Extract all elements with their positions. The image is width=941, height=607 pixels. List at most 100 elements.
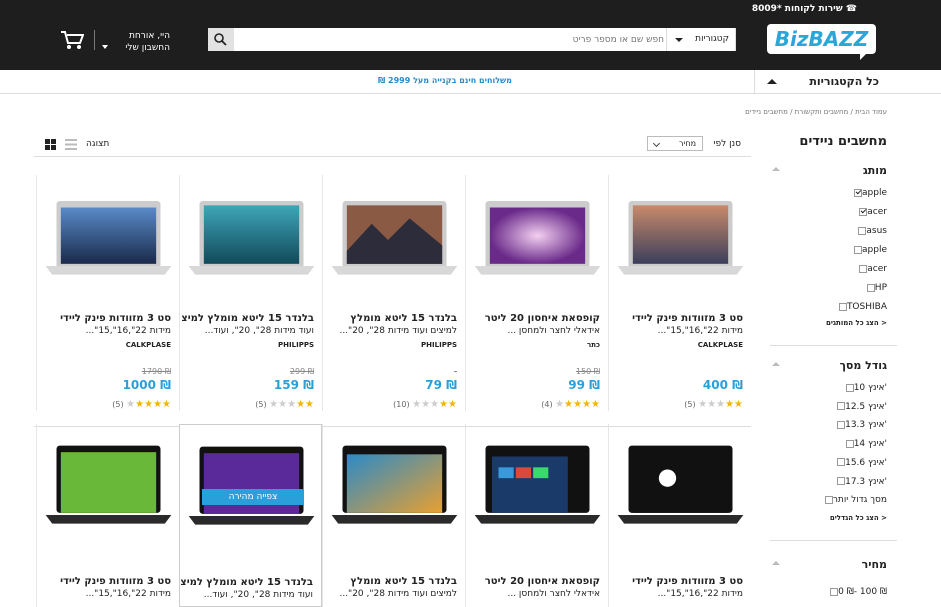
- checkbox[interactable]: [859, 207, 868, 216]
- price-filter-title[interactable]: מחיר: [862, 558, 887, 571]
- star-icon: ★: [707, 399, 717, 410]
- screen-size-filter-title[interactable]: גודל מסך: [840, 359, 887, 372]
- checkbox[interactable]: [866, 283, 875, 292]
- brand-filter-title[interactable]: מותג: [863, 164, 887, 177]
- product-card[interactable]: בלנדר 15 ליטא מומלץ למיצים ועוד מידות 28"…: [322, 424, 465, 607]
- filter-option[interactable]: HP: [861, 282, 887, 294]
- product-subtitle: ועוד מידות 28", 20", ועוד...: [203, 590, 313, 600]
- filter-option[interactable]: acer: [853, 263, 887, 275]
- chevron-up-icon[interactable]: [772, 362, 780, 366]
- star-icon: ★: [698, 399, 708, 410]
- header-bar: שירות לקוחות *8009 ☎ BizBAZZ קטגוריות הי…: [0, 0, 941, 70]
- breadcrumb[interactable]: עמוד הבית / מחשבים ותקשורת / מחשבים נייד…: [745, 108, 887, 116]
- product-image[interactable]: [37, 424, 180, 554]
- product-title[interactable]: בלנדר 15 ליטא מומלץ למיצים: [182, 312, 314, 325]
- filter-option[interactable]: apple: [848, 187, 887, 199]
- star-icon: ★: [153, 399, 163, 410]
- product-rating: ★★★★★ (10): [393, 399, 457, 410]
- cart-icon[interactable]: [60, 30, 84, 50]
- product-title[interactable]: בלנדר 15 ליטא מומלץ: [325, 312, 457, 325]
- sort-select[interactable]: מחיר: [647, 136, 703, 151]
- grid-view-icon[interactable]: [45, 139, 56, 150]
- checkbox[interactable]: [858, 226, 867, 235]
- product-image[interactable]: [37, 175, 180, 305]
- chevron-up-icon[interactable]: [772, 167, 780, 171]
- star-icon: ★: [564, 399, 574, 410]
- search-input[interactable]: [236, 28, 670, 51]
- checkbox[interactable]: [845, 383, 854, 392]
- product-card[interactable]: סט 3 מזוודות פינק ליידי מידות 22",16",15"…: [608, 175, 751, 411]
- list-view-icon[interactable]: [65, 139, 77, 150]
- checkbox[interactable]: [838, 302, 847, 311]
- show-all-sizes-link[interactable]: הצג כל הגדלים >: [830, 514, 887, 522]
- account-menu[interactable]: היי, אורחת החשבון שלי: [102, 30, 170, 54]
- quick-view-button[interactable]: צפייה מהירה: [202, 489, 304, 505]
- review-count: (4): [541, 400, 553, 409]
- product-image[interactable]: [609, 424, 752, 554]
- product-image[interactable]: [466, 424, 609, 554]
- product-card[interactable]: צפייה מהירה בלנדר 15 ליטא מומלץ למיציםועו…: [179, 424, 322, 607]
- filter-option[interactable]: apple: [848, 244, 887, 256]
- categories-dropdown[interactable]: קטגוריות: [666, 28, 736, 51]
- checkbox[interactable]: [837, 477, 846, 485]
- filter-option[interactable]: 0 ₪- 100 ₪: [824, 586, 887, 598]
- product-image[interactable]: [323, 424, 466, 554]
- filter-option-label: 0 ₪- 100 ₪: [838, 587, 887, 597]
- star-icon: ★: [287, 399, 297, 410]
- product-title[interactable]: קופסאת איחסון 20 ליטר: [468, 312, 600, 325]
- customer-service[interactable]: שירות לקוחות *8009 ☎: [752, 4, 857, 14]
- product-card[interactable]: קופסאת איחסון 20 ליטר אידאלי לחצר ולמחסן …: [465, 175, 608, 411]
- product-title[interactable]: סט 3 מזוודות פינק ליידי: [39, 575, 171, 588]
- product-card[interactable]: בלנדר 15 ליטא מומלץ למיצים ועוד מידות 28"…: [322, 175, 465, 411]
- product-title[interactable]: בלנדר 15 ליטא מומלץ למיצים: [181, 576, 313, 589]
- product-title[interactable]: בלנדר 15 ליטא מומלץ: [325, 575, 457, 588]
- logo[interactable]: BizBAZZ: [767, 24, 876, 60]
- checkbox[interactable]: [859, 264, 868, 273]
- product-title[interactable]: סט 3 מזוודות פינק ליידי: [611, 575, 743, 588]
- filter-option[interactable]: 15.6 אינץ': [831, 457, 887, 469]
- product-image[interactable]: [180, 175, 323, 305]
- checkbox[interactable]: [845, 439, 854, 448]
- product-card[interactable]: סט 3 מזוודות פינק ליידי מידות 22",16",15"…: [36, 175, 179, 411]
- product-card[interactable]: סט 3 מזוודות פינק ליידי מידות 22",16",15"…: [608, 424, 751, 607]
- filter-option-label: 12.5 אינץ': [845, 401, 887, 412]
- show-all-brands-link[interactable]: הצג כל המותגים >: [826, 319, 887, 327]
- product-subtitle: מידות 22",16",15"...: [85, 589, 171, 599]
- product-title[interactable]: סט 3 מזוודות פינק ליידי: [39, 312, 171, 325]
- checkbox[interactable]: [854, 188, 863, 197]
- filter-option[interactable]: 10 אינץ': [840, 382, 887, 394]
- filter-option[interactable]: 14 אינץ': [840, 438, 887, 450]
- filter-option-label: HP: [874, 283, 887, 293]
- product-card[interactable]: בלנדר 15 ליטא מומלץ למיציםועוד מידות 28"…: [179, 175, 322, 411]
- checkbox[interactable]: [824, 495, 833, 504]
- product-title[interactable]: קופסאת איחסון 20 ליטר: [468, 575, 600, 588]
- product-image[interactable]: [466, 175, 609, 305]
- product-subtitle: ועוד מידות 28", 20", ועוד...: [204, 326, 314, 336]
- all-categories-button[interactable]: כל הקטגוריות: [754, 70, 941, 94]
- filter-option[interactable]: מסך גדול יותר: [819, 494, 887, 506]
- checkbox[interactable]: [837, 458, 846, 467]
- checkbox[interactable]: [837, 420, 846, 429]
- chevron-up-icon[interactable]: [772, 561, 780, 565]
- checkbox[interactable]: [837, 402, 846, 411]
- product-title[interactable]: סט 3 מזוודות פינק ליידי: [611, 312, 743, 325]
- star-icon: ★: [439, 399, 449, 410]
- filter-option[interactable]: asus: [852, 225, 887, 237]
- star-icon: ★: [269, 399, 279, 410]
- product-card[interactable]: קופסאת איחסון 20 ליטר אידאלי לחצר ולמחסן …: [465, 424, 608, 607]
- filter-option-label: 13.3 אינץ': [845, 420, 887, 431]
- checkbox[interactable]: [830, 587, 839, 596]
- product-image[interactable]: [323, 175, 466, 305]
- search-bar: קטגוריות: [208, 28, 736, 51]
- product-image[interactable]: [609, 175, 752, 305]
- filter-option[interactable]: 13.3 אינץ': [831, 419, 887, 431]
- search-button[interactable]: [208, 28, 234, 51]
- product-card[interactable]: סט 3 מזוודות פינק ליידי מידות 22",16",15"…: [36, 424, 179, 607]
- filter-option[interactable]: TOSHIBA: [833, 301, 887, 313]
- checkbox[interactable]: [854, 245, 863, 254]
- product-brand: PHILIPPS: [278, 341, 314, 349]
- filter-option[interactable]: 12.5 אינץ': [831, 401, 887, 413]
- filter-option[interactable]: 17.3 אינץ': [831, 476, 887, 488]
- review-count: (5): [684, 400, 696, 409]
- filter-option[interactable]: acer: [853, 206, 887, 218]
